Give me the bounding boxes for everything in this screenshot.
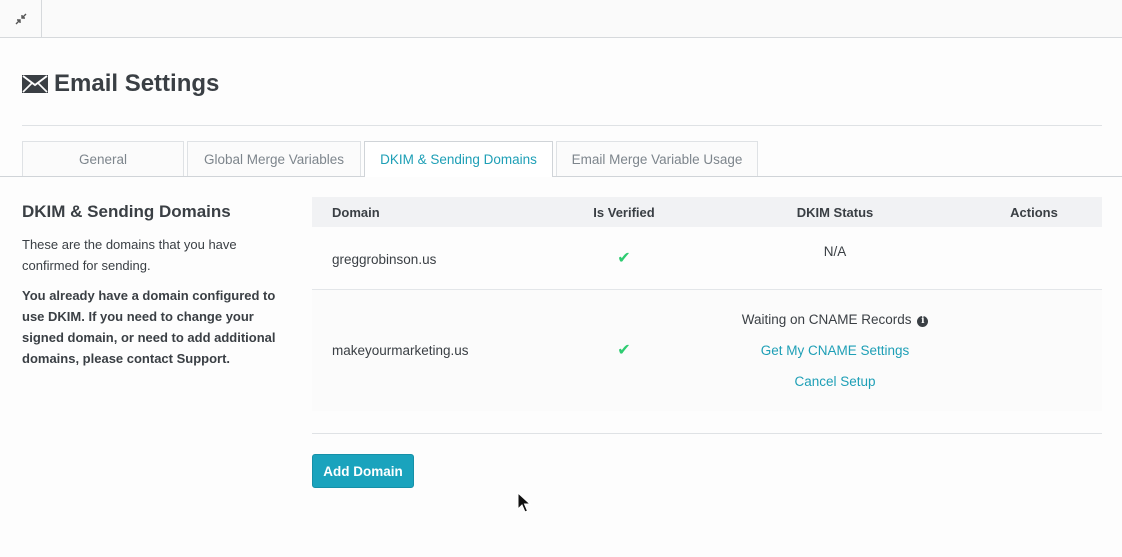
column-header-domain: Domain xyxy=(332,204,380,220)
table-row: greggrobinson.us ✔ N/A xyxy=(312,227,1102,289)
tab-label: General xyxy=(78,151,128,167)
cancel-setup-link[interactable]: Cancel Setup xyxy=(794,374,875,389)
table-header-row: Domain Is Verified DKIM Status Actions xyxy=(312,197,1102,227)
section-heading: DKIM & Sending Domains xyxy=(22,202,231,221)
tab-general[interactable]: General xyxy=(22,141,184,176)
tab-label: DKIM & Sending Domains xyxy=(380,152,537,167)
column-header-actions: Actions xyxy=(1010,204,1058,220)
checkmark-icon: ✔ xyxy=(617,342,631,360)
section-description: These are the domains that you have conf… xyxy=(22,237,237,273)
tab-dkim-sending-domains[interactable]: DKIM & Sending Domains xyxy=(364,141,553,177)
table-row: makeyourmarketing.us ✔ Waiting on CNAME … xyxy=(312,289,1102,411)
tab-email-merge-variable-usage[interactable]: Email Merge Variable Usage xyxy=(556,141,758,176)
page-title: Email Settings xyxy=(22,66,219,102)
tab-label: Email Merge Variable Usage xyxy=(571,151,743,167)
checkmark-icon: ✔ xyxy=(617,249,631,267)
dkim-status-cell: N/A xyxy=(823,244,847,259)
left-panel: DKIM & Sending Domains These are the dom… xyxy=(22,200,284,369)
envelope-icon xyxy=(22,75,48,93)
top-bar xyxy=(0,0,1122,38)
dkim-status-text: Waiting on CNAME Records xyxy=(741,311,912,327)
collapse-arrows-icon xyxy=(15,13,26,24)
domain-cell: makeyourmarketing.us xyxy=(332,342,469,358)
domain-cell: greggrobinson.us xyxy=(332,252,437,268)
verified-cell: ✔ xyxy=(544,227,704,289)
dkim-status-cell: Waiting on CNAME Records i Get My CNAME … xyxy=(704,289,966,411)
column-header-dkim-status: DKIM Status xyxy=(796,204,874,220)
divider xyxy=(0,176,1122,177)
actions-cell xyxy=(966,289,1102,411)
add-domain-label: Add Domain xyxy=(323,463,403,479)
section-note: You already have a domain configured to … xyxy=(22,288,276,366)
actions-cell xyxy=(966,227,1102,289)
add-domain-button[interactable]: Add Domain xyxy=(312,454,414,488)
tab-global-merge-variables[interactable]: Global Merge Variables xyxy=(187,141,361,176)
collapse-button[interactable] xyxy=(0,0,42,37)
tab-bar: General Global Merge Variables DKIM & Se… xyxy=(22,141,761,177)
mouse-cursor-icon xyxy=(517,492,531,513)
get-cname-settings-link[interactable]: Get My CNAME Settings xyxy=(761,343,910,358)
dkim-status-line: Waiting on CNAME Records i xyxy=(704,304,966,335)
column-header-verified: Is Verified xyxy=(593,204,655,220)
domains-table: Domain Is Verified DKIM Status Actions g… xyxy=(312,197,1102,411)
page-title-text: Email Settings xyxy=(54,70,220,97)
tab-label: Global Merge Variables xyxy=(203,151,345,167)
verified-cell: ✔ xyxy=(544,289,704,411)
divider xyxy=(22,125,1102,126)
info-icon[interactable]: i xyxy=(917,315,929,327)
divider xyxy=(312,433,1102,434)
